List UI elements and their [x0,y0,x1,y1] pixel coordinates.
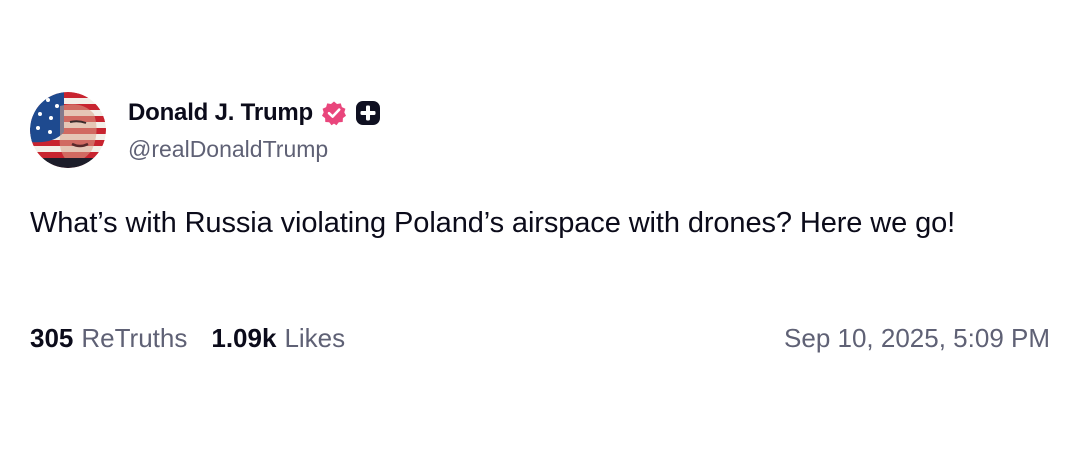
post-header: Donald J. Trump @realDonaldTrump [30,92,381,172]
verified-badge-icon [321,100,347,126]
plus-badge-icon [355,100,381,126]
retruths-label: ReTruths [81,322,188,353]
avatar[interactable] [30,92,106,168]
author-handle[interactable]: @realDonaldTrump [128,136,381,163]
post-body-text: What’s with Russia violating Poland’s ai… [30,207,956,239]
likes-label: Likes [284,322,346,353]
retruths-count: 305 [30,322,74,353]
post-timestamp[interactable]: Sep 10, 2025, 5:09 PM [784,323,1050,354]
likes-count: 1.09k [211,322,277,353]
post-footer: 305 ReTruths 1.09k Likes Sep 10, 2025, 5… [30,318,1050,358]
author-display-name[interactable]: Donald J. Trump [128,99,313,127]
likes-stat[interactable]: 1.09k Likes [211,323,345,354]
retruths-stat[interactable]: 305 ReTruths [30,323,187,354]
name-row: Donald J. Trump [128,96,381,130]
truth-post: Donald J. Trump @realDonaldTrump What’s … [0,0,1080,464]
author-identity: Donald J. Trump @realDonaldTrump [128,96,381,163]
flag-portrait-avatar-icon [30,92,106,168]
